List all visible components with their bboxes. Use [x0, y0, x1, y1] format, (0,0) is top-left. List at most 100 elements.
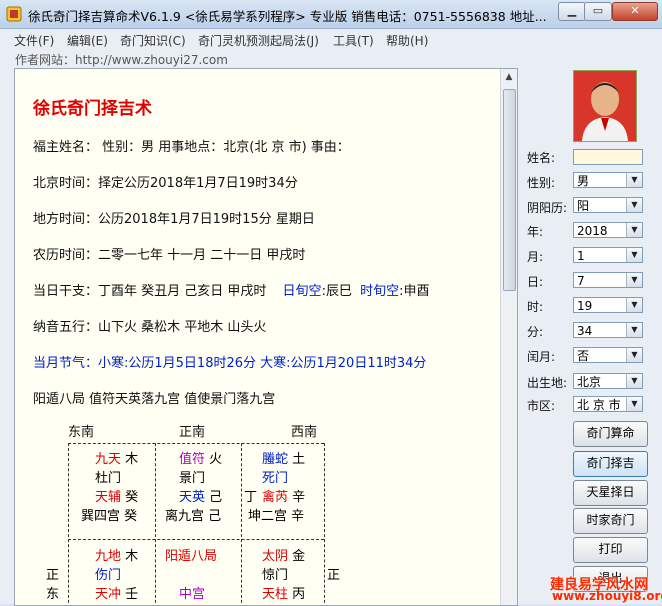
name-input[interactable] [573, 149, 643, 165]
document-scrollbar[interactable]: ▲ [500, 69, 517, 605]
leap-label: 闰月: [527, 350, 556, 364]
ganzhi-text: 当日干支：丁酉年 癸丑月 己亥日 甲戌时 [33, 284, 267, 299]
ganzhi-line: 当日干支：丁酉年 癸丑月 己亥日 甲戌时 日旬空:辰巳 时旬空:申酉 [33, 280, 430, 299]
grid-line [68, 539, 324, 540]
maximize-button[interactable]: ▭ [584, 2, 612, 21]
ju-line: 阳遁八局 值符天英落九宫 值使景门落九宫 [33, 392, 276, 407]
palace-deity: 值符 [179, 452, 206, 467]
district-select[interactable]: 北 京 市 ▼ [573, 396, 643, 412]
palace-door: 杜门 [95, 471, 122, 486]
app-window: 徐氏奇门择吉算命术V6.1.9 <徐氏易学系列程序> 专业版 销售电话：0751… [0, 0, 662, 606]
palace-star: 禽芮 [262, 490, 289, 505]
print-button[interactable]: 打印 [573, 537, 648, 563]
grid-line [68, 443, 324, 444]
palace-deity: 螣蛇 [262, 452, 289, 467]
chevron-down-icon[interactable]: ▼ [626, 223, 642, 237]
menu-bar: 文件(F) 编辑(E) 奇门知识(C) 奇门灵机预测起局法(J) 工具(T) 帮… [0, 29, 662, 49]
title-bar[interactable]: 徐氏奇门择吉算命术V6.1.9 <徐氏易学系列程序> 专业版 销售电话：0751… [0, 0, 662, 29]
minute-select[interactable]: 34 ▼ [573, 322, 643, 338]
palace-door: 景门 [179, 471, 206, 486]
menu-edit[interactable]: 编辑(E) [67, 32, 108, 49]
palace-stem: 己 [209, 490, 223, 505]
grid-line [155, 443, 156, 605]
chevron-down-icon[interactable]: ▼ [626, 298, 642, 312]
leap-select[interactable]: 否 ▼ [573, 347, 643, 363]
month-value: 1 [577, 249, 585, 263]
palace-door: 伤门 [95, 568, 122, 583]
result-document[interactable]: 徐氏奇门择吉术 福主姓名： 性别：男 用事地点：北京(北 京 市) 事由： 北京… [14, 68, 518, 606]
grid-line [68, 443, 69, 605]
grid-line [241, 443, 242, 605]
dir-south: 正南 [179, 425, 206, 440]
chevron-down-icon[interactable]: ▼ [626, 323, 642, 337]
watermark-site-url: www.zhouyi8.org [552, 589, 662, 603]
hour-select[interactable]: 19 ▼ [573, 297, 643, 313]
birthplace-value: 北京 [577, 375, 602, 389]
side-east-top: 正 [46, 568, 60, 583]
scroll-thumb[interactable] [503, 89, 516, 291]
portrait-image [574, 71, 636, 141]
menu-tools[interactable]: 工具(T) [333, 32, 374, 49]
minute-value: 34 [577, 324, 593, 338]
palace-center: 阳遁八局 中宫 [165, 547, 217, 604]
close-button[interactable]: ✕ [612, 2, 658, 21]
menu-help[interactable]: 帮助(H) [386, 32, 428, 49]
birthplace-select[interactable]: 北京 ▼ [573, 373, 643, 389]
year-label: 年: [527, 225, 544, 239]
info-name-line: 福主姓名： 性别：男 用事地点：北京(北 京 市) 事由： [33, 140, 350, 155]
hour-void-value: :申酉 [399, 284, 430, 299]
chevron-down-icon[interactable]: ▼ [626, 348, 642, 362]
chevron-down-icon[interactable]: ▼ [626, 273, 642, 287]
chevron-down-icon[interactable]: ▼ [626, 198, 642, 212]
menu-file[interactable]: 文件(F) [14, 32, 54, 49]
palace-kun: 螣蛇 土 死门 禽芮 辛 坤二宫 辛 [248, 450, 305, 526]
palace-stem: 丙 [292, 587, 306, 602]
minimize-button[interactable]: ▁ [558, 2, 586, 21]
palace-name: 坤二宫 [248, 509, 288, 524]
author-website[interactable]: 作者网站：http://www.zhouyi27.com [15, 51, 228, 68]
calendar-select[interactable]: 阳 ▼ [573, 197, 643, 213]
day-void-label: 日旬空 [282, 284, 322, 299]
month-label: 月: [527, 250, 544, 264]
palace-dui: 太阴 金 惊门 天柱 丙 [262, 547, 305, 604]
scroll-up-icon[interactable]: ▲ [501, 69, 517, 85]
palace-name: 离九宫 [165, 509, 205, 524]
app-icon [6, 6, 22, 22]
palace-li: 值符 火 景门 天英 己 离九宫 己 [165, 450, 223, 526]
chevron-down-icon[interactable]: ▼ [626, 173, 642, 187]
side-west: 正 [327, 568, 341, 583]
palace-stem: 辛 [291, 509, 305, 524]
day-label: 日: [527, 275, 544, 289]
month-select[interactable]: 1 ▼ [573, 247, 643, 263]
district-value: 北 京 市 [577, 398, 621, 412]
chevron-down-icon[interactable]: ▼ [626, 374, 642, 388]
tianxing-zeri-button[interactable]: 天星择日 [573, 480, 648, 506]
hour-void-label: 时旬空 [360, 284, 400, 299]
menu-qimen-method[interactable]: 奇门灵机预测起局法(J) [198, 32, 319, 49]
name-label: 姓名: [527, 151, 556, 165]
qimen-zeji-button[interactable]: 奇门择吉 [573, 451, 648, 477]
sex-label: 性别: [527, 176, 556, 190]
shijia-qimen-button[interactable]: 时家奇门 [573, 508, 648, 534]
palace-deity: 太阴 [262, 549, 289, 564]
palace-deity: 九地 [95, 549, 122, 564]
hour-value: 19 [577, 299, 593, 313]
window-title: 徐氏奇门择吉算命术V6.1.9 <徐氏易学系列程序> 专业版 销售电话：0751… [28, 9, 547, 24]
chevron-down-icon[interactable]: ▼ [626, 248, 642, 262]
palace-deity: 九天 [95, 452, 122, 467]
qimen-chart: 东南 正南 西南 九天 木 杜门 天辅 癸 巽四宫 癸 值符 火 景门 天英 己… [46, 421, 340, 605]
palace-element: 木 [125, 452, 139, 467]
palace-stem: 己 [208, 509, 222, 524]
hour-label: 时: [527, 300, 544, 314]
sex-select[interactable]: 男 ▼ [573, 172, 643, 188]
day-select[interactable]: 7 ▼ [573, 272, 643, 288]
menu-qimen-knowledge[interactable]: 奇门知识(C) [120, 32, 186, 49]
palace-element: 木 [125, 549, 139, 564]
qimen-fortune-button[interactable]: 奇门算命 [573, 421, 648, 447]
chevron-down-icon[interactable]: ▼ [626, 397, 642, 411]
lunar-time-line: 农历时间：二零一七年 十一月 二十一日 甲戌时 [33, 248, 306, 263]
leap-value: 否 [577, 349, 590, 363]
year-select[interactable]: 2018 ▼ [573, 222, 643, 238]
local-time-line: 地方时间：公历2018年1月7日19时15分 星期日 [33, 212, 315, 227]
dir-southeast: 东南 [68, 425, 95, 440]
